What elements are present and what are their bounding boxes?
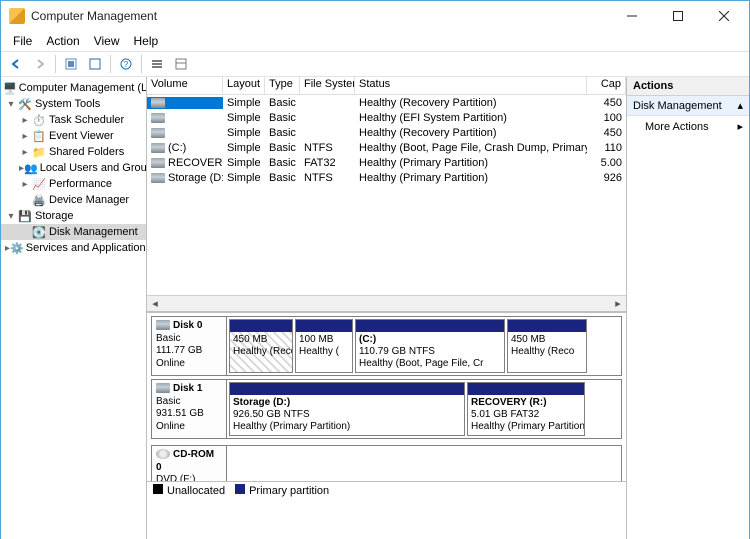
list-hscroll[interactable]: ◂ ▸ xyxy=(147,295,626,311)
partition[interactable]: 450 MBHealthy (Reco xyxy=(507,319,587,373)
disk-icon xyxy=(151,143,165,153)
scroll-right-icon[interactable]: ▸ xyxy=(610,297,626,310)
tree-performance[interactable]: ▸📈Performance xyxy=(1,176,146,192)
help-button[interactable]: ? xyxy=(115,53,137,75)
tree-storage[interactable]: ▾💾Storage xyxy=(1,208,146,224)
disk-icon xyxy=(151,113,165,123)
refresh-button[interactable] xyxy=(84,53,106,75)
minimize-button[interactable] xyxy=(609,2,655,30)
legend-primary-swatch xyxy=(235,484,245,494)
disk-icon xyxy=(156,383,170,393)
tree-shared-folders[interactable]: ▸📁Shared Folders xyxy=(1,144,146,160)
menubar: File Action View Help xyxy=(1,31,749,51)
tree-system-tools[interactable]: ▾🛠️System Tools xyxy=(1,96,146,112)
tree-local-users[interactable]: ▸👥Local Users and Groups xyxy=(1,160,146,176)
nav-tree[interactable]: 🖥️Computer Management (Local ▾🛠️System T… xyxy=(1,77,147,539)
disk-icon xyxy=(151,98,165,108)
app-icon xyxy=(9,8,25,24)
up-button[interactable] xyxy=(60,53,82,75)
forward-button[interactable] xyxy=(29,53,51,75)
cdrom-icon xyxy=(156,449,170,459)
menu-help[interactable]: Help xyxy=(128,33,165,49)
actions-header: Actions xyxy=(627,77,749,96)
actions-panel: Actions Disk Management ▴ More Actions ▸ xyxy=(627,77,749,539)
partition[interactable]: RECOVERY (R:)5.01 GB FAT32Healthy (Prima… xyxy=(467,382,585,436)
scroll-left-icon[interactable]: ◂ xyxy=(147,297,163,310)
legend: Unallocated Primary partition xyxy=(147,481,626,499)
center-panel: Volume Layout Type File System Status Ca… xyxy=(147,77,627,539)
close-button[interactable] xyxy=(701,2,747,30)
menu-file[interactable]: File xyxy=(7,33,38,49)
tree-services[interactable]: ▸⚙️Services and Applications xyxy=(1,240,146,256)
view-detail-button[interactable] xyxy=(170,53,192,75)
partition[interactable]: 450 MBHealthy (Reco xyxy=(229,319,293,373)
volume-list[interactable]: SimpleBasicHealthy (Recovery Partition)4… xyxy=(147,95,626,295)
maximize-button[interactable] xyxy=(655,2,701,30)
volume-row[interactable]: RECOVERY (R:)SimpleBasicFAT32Healthy (Pr… xyxy=(147,155,626,170)
actions-more[interactable]: More Actions ▸ xyxy=(627,116,749,137)
tree-device-manager[interactable]: 🖨️Device Manager xyxy=(1,192,146,208)
volume-row[interactable]: SimpleBasicHealthy (Recovery Partition)4… xyxy=(147,125,626,140)
disk-icon xyxy=(151,173,165,183)
svg-text:?: ? xyxy=(124,60,129,69)
cdrom-row[interactable]: CD-ROM 0 DVD (F:) No Media xyxy=(151,445,622,481)
tree-task-scheduler[interactable]: ▸⏱️Task Scheduler xyxy=(1,112,146,128)
menu-view[interactable]: View xyxy=(88,33,126,49)
volume-row[interactable]: SimpleBasicHealthy (Recovery Partition)4… xyxy=(147,95,626,110)
legend-unallocated-swatch xyxy=(153,484,163,494)
disk-row[interactable]: Disk 0Basic111.77 GBOnline450 MBHealthy … xyxy=(151,316,622,376)
window-title: Computer Management xyxy=(31,9,157,23)
col-status[interactable]: Status xyxy=(355,77,587,94)
col-capacity[interactable]: Cap xyxy=(587,77,626,94)
volume-row[interactable]: Storage (D:)SimpleBasicNTFSHealthy (Prim… xyxy=(147,170,626,185)
partition[interactable]: (C:)110.79 GB NTFSHealthy (Boot, Page Fi… xyxy=(355,319,505,373)
disk-graphical-panel: Disk 0Basic111.77 GBOnline450 MBHealthy … xyxy=(147,311,626,539)
col-layout[interactable]: Layout xyxy=(223,77,265,94)
volume-row[interactable]: (C:)SimpleBasicNTFSHealthy (Boot, Page F… xyxy=(147,140,626,155)
chevron-right-icon: ▸ xyxy=(737,120,743,133)
partition[interactable]: Storage (D:)926.50 GB NTFSHealthy (Prima… xyxy=(229,382,465,436)
tree-event-viewer[interactable]: ▸📋Event Viewer xyxy=(1,128,146,144)
col-volume[interactable]: Volume xyxy=(147,77,223,94)
titlebar: Computer Management xyxy=(1,1,749,31)
volume-list-header[interactable]: Volume Layout Type File System Status Ca… xyxy=(147,77,626,95)
disk-icon xyxy=(156,320,170,330)
tree-disk-management[interactable]: 💽Disk Management xyxy=(1,224,146,240)
actions-section-disk-management[interactable]: Disk Management ▴ xyxy=(627,96,749,116)
disk-icon xyxy=(151,128,165,138)
col-filesystem[interactable]: File System xyxy=(300,77,355,94)
tree-root[interactable]: 🖥️Computer Management (Local xyxy=(1,80,146,96)
col-type[interactable]: Type xyxy=(265,77,300,94)
toolbar: ? xyxy=(1,51,749,77)
disk-icon xyxy=(151,158,165,168)
volume-row[interactable]: SimpleBasicHealthy (EFI System Partition… xyxy=(147,110,626,125)
collapse-icon: ▴ xyxy=(737,99,743,112)
disk-row[interactable]: Disk 1Basic931.51 GBOnlineStorage (D:)92… xyxy=(151,379,622,439)
view-list-button[interactable] xyxy=(146,53,168,75)
menu-action[interactable]: Action xyxy=(40,33,85,49)
back-button[interactable] xyxy=(5,53,27,75)
partition[interactable]: 100 MBHealthy ( xyxy=(295,319,353,373)
